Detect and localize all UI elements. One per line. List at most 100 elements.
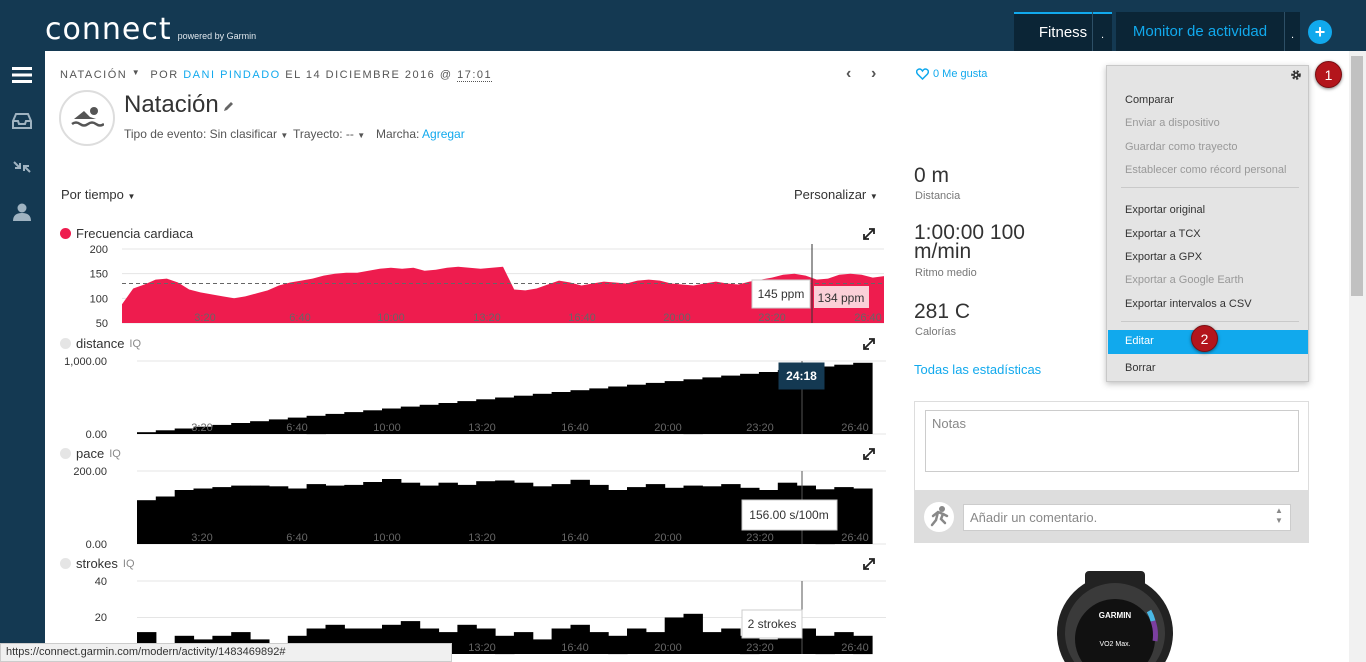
route-selector[interactable]: Trayecto: -- ▼ [293, 127, 365, 141]
pace-bar [250, 485, 270, 544]
distance-x-tick: 3:20 [191, 422, 212, 434]
route-value[interactable]: -- [346, 127, 354, 141]
heart-rate-y-tick: 100 [90, 293, 108, 305]
customize-label: Personalizar [794, 187, 867, 202]
distance-y-tick: 1,000.00 [64, 356, 107, 368]
pace-x-tick: 3:20 [191, 532, 212, 544]
breadcrumb-caret-icon[interactable]: ▼ [132, 68, 141, 77]
tab-fitness-menu[interactable]: . [1092, 12, 1112, 51]
heart-rate-title: Frecuencia cardiaca [76, 226, 194, 241]
heart-rate-chart[interactable]: 200 150 100 50 3:20 6:40 10:00 13:20 16:40 20:00 2… [60, 244, 886, 329]
strokes-bar [608, 635, 628, 655]
next-activity-icon[interactable]: › [871, 65, 876, 83]
expand-heart-rate-icon[interactable] [863, 227, 875, 245]
heart-rate-x-tick: 13:20 [473, 312, 501, 324]
pace-bar [532, 486, 553, 544]
breadcrumb-time[interactable]: 17:01 [457, 69, 493, 82]
menu-separator [1121, 321, 1299, 322]
strokes-x-tick: 26:40 [841, 642, 869, 654]
menu-export-gpx[interactable]: Exportar a GPX [1125, 251, 1202, 263]
pace-chart[interactable]: 200.00 0.00 3:20 6:40 10:00 13:20 16:40 20:00 23… [60, 463, 886, 551]
heart-rate-chart-label[interactable]: Frecuencia cardiaca [60, 226, 193, 241]
pace-bar [306, 484, 326, 544]
menu-export-google-earth[interactable]: Exportar a Google Earth [1125, 274, 1244, 286]
distance-iq-badge: IQ [129, 337, 142, 350]
pace-iq-badge: IQ [109, 447, 121, 460]
comment-input[interactable]: Añadir un comentario. [963, 504, 1291, 531]
event-type-label: Tipo de evento: [124, 127, 207, 141]
distance-bar [589, 388, 609, 434]
tab-monitor-menu[interactable]: . [1284, 12, 1300, 51]
distance-chart[interactable]: 1,000.00 0.00 3:20 6:40 10:00 13:20 16:40 20:00… [60, 353, 886, 441]
add-button[interactable]: + [1308, 20, 1332, 44]
strokes-x-tick: 20:00 [654, 642, 682, 654]
page-scrollbar-thumb[interactable] [1351, 56, 1363, 296]
strokes-iq-badge: IQ [122, 557, 135, 570]
swimming-activity-icon [59, 90, 115, 146]
strokes-title: strokes [76, 556, 118, 571]
menu-compare[interactable]: Comparar [1125, 94, 1174, 106]
garmin-watch-image: GARMIN VO2 Max. [1045, 571, 1185, 662]
notes-textarea[interactable]: Notas [925, 410, 1299, 472]
distance-stat-value: 0 m [914, 164, 950, 187]
all-stats-link[interactable]: Todas las estadísticas [914, 362, 1041, 377]
pace-chart-label[interactable]: pace IQ [60, 446, 121, 461]
strokes-x-tick: 16:40 [561, 642, 589, 654]
garmin-connect-logo[interactable]: connect powered by Garmin [45, 12, 256, 47]
edit-title-pencil-icon[interactable] [223, 99, 235, 117]
heart-rate-y-tick: 150 [90, 269, 108, 281]
heart-rate-x-tick: 16:40 [568, 312, 596, 324]
distance-legend-dot [60, 338, 71, 349]
strokes-bar [721, 628, 741, 654]
comment-bar: Añadir un comentario. ▲ ▼ [914, 491, 1309, 543]
strokes-y-tick: 20 [95, 612, 107, 624]
pace-bar [155, 496, 176, 544]
pace-bar [438, 482, 458, 544]
inbox-icon[interactable] [10, 109, 34, 133]
breadcrumb-activity-type[interactable]: NATACIÓN [60, 69, 127, 81]
pace-bar [400, 482, 421, 544]
menu-send-to-device[interactable]: Enviar a dispositivo [1125, 117, 1220, 129]
event-type-value[interactable]: Sin clasificar [210, 127, 277, 141]
menu-export-tcx[interactable]: Exportar a TCX [1125, 228, 1201, 240]
gear-icon[interactable] [1290, 68, 1302, 86]
pace-tooltip: 156.00 s/100m [749, 508, 828, 522]
distance-bar [608, 386, 628, 434]
distance-bar [137, 432, 157, 434]
annotation-badge-2: 2 [1191, 325, 1218, 352]
breadcrumb-author-link[interactable]: DANI PINDADO [183, 69, 280, 81]
menu-icon[interactable] [10, 63, 34, 87]
menu-export-original[interactable]: Exportar original [1125, 204, 1205, 216]
pace-stat-value: 1:00:00 100 m/min [914, 221, 1025, 263]
menu-save-as-route[interactable]: Guardar como trayecto [1125, 141, 1238, 153]
pace-legend-dot [60, 448, 71, 459]
strokes-chart-label[interactable]: strokes IQ [60, 556, 135, 571]
like-button[interactable]: 0 Me gusta [916, 68, 987, 80]
gear-label: Marcha: [376, 127, 420, 141]
watch-brand: GARMIN [1099, 611, 1132, 620]
menu-export-csv[interactable]: Exportar intervalos a CSV [1125, 298, 1252, 310]
menu-separator [1121, 187, 1299, 188]
menu-delete[interactable]: Borrar [1125, 362, 1156, 374]
user-icon[interactable] [10, 200, 34, 224]
pace-bar [137, 500, 157, 544]
pace-bar [721, 484, 741, 544]
customize-dropdown[interactable]: Personalizar ▼ [794, 187, 878, 202]
connections-icon[interactable] [10, 155, 34, 179]
gear-add-link[interactable]: Agregar [422, 127, 465, 141]
prev-activity-icon[interactable]: ‹ [846, 65, 851, 83]
event-type-selector[interactable]: Tipo de evento: Sin clasificar ▼ [124, 127, 288, 141]
route-caret-icon[interactable]: ▼ [357, 131, 365, 140]
distance-chart-label[interactable]: distance IQ [60, 336, 141, 351]
by-time-dropdown[interactable]: Por tiempo ▼ [61, 187, 135, 202]
breadcrumb-date: EL 14 DICIEMBRE 2016 @ [285, 69, 453, 81]
tab-monitor-actividad[interactable]: Monitor de actividad [1116, 12, 1284, 51]
event-type-caret-icon[interactable]: ▼ [280, 131, 288, 140]
distance-bar [683, 379, 703, 435]
pace-x-tick: 23:20 [746, 532, 774, 544]
heart-rate-x-tick: 23:20 [758, 312, 786, 324]
distance-bar [513, 395, 534, 434]
activity-title[interactable]: Natación [124, 91, 219, 119]
comment-spinner-icon[interactable]: ▲ ▼ [1275, 506, 1283, 526]
menu-set-personal-record[interactable]: Establecer como récord personal [1125, 164, 1286, 176]
